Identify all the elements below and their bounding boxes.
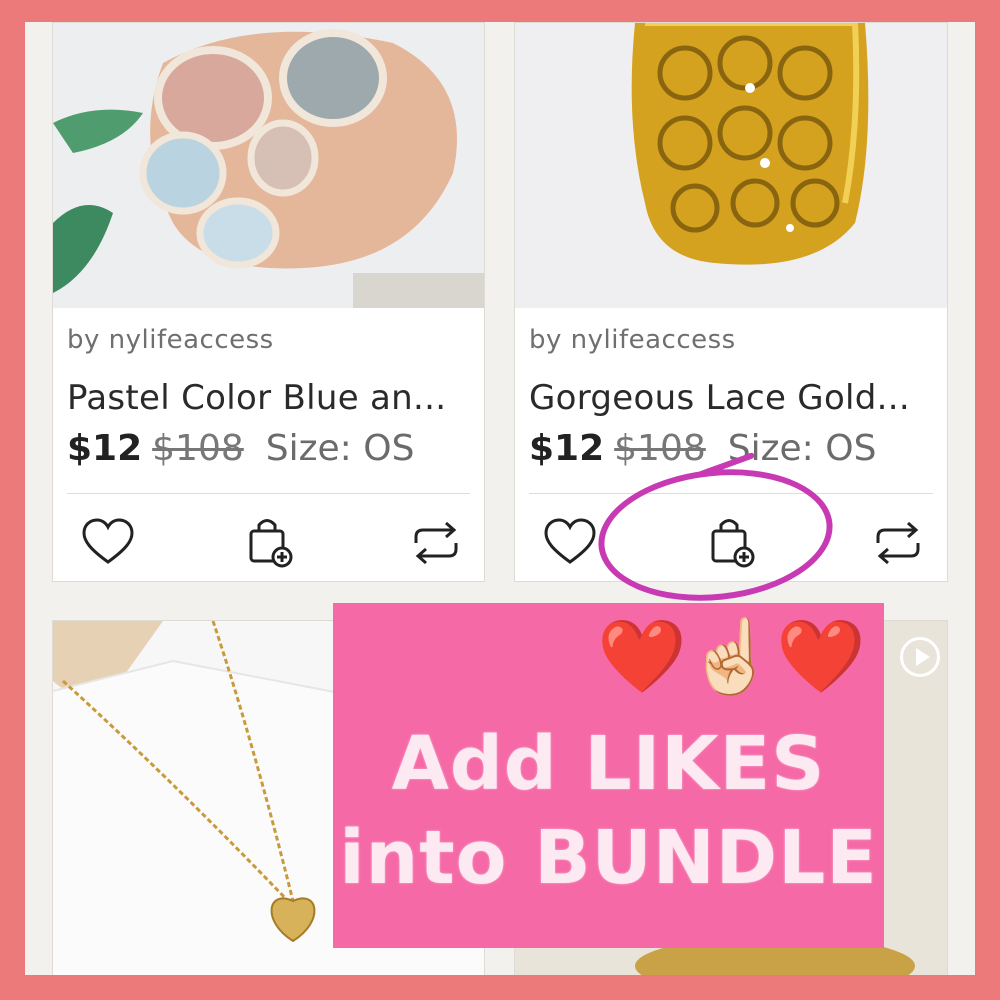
product-image[interactable] xyxy=(53,23,484,308)
seller-name[interactable]: by nylifeaccess xyxy=(529,325,736,355)
price-row: $12 $108 Size: OS xyxy=(529,428,876,469)
bag-plus-icon[interactable] xyxy=(241,513,301,573)
heart-icon[interactable] xyxy=(540,513,600,573)
seller-name[interactable]: by nylifeaccess xyxy=(67,325,274,355)
product-card[interactable]: by nylifeaccess Pastel Color Blue an... … xyxy=(52,22,485,582)
product-image[interactable] xyxy=(515,23,947,308)
product-title[interactable]: Gorgeous Lace Gold... xyxy=(529,378,910,418)
share-icon[interactable] xyxy=(406,513,466,573)
original-price: $108 xyxy=(152,428,244,469)
product-title[interactable]: Pastel Color Blue an... xyxy=(67,378,446,418)
share-icon[interactable] xyxy=(868,513,928,573)
promo-banner: ❤️☝🏻❤️ Add LIKES into BUNDLE xyxy=(333,603,884,948)
sale-price: $12 xyxy=(67,428,143,469)
banner-line-1: Add LIKES xyxy=(391,721,826,807)
size-label: Size: OS xyxy=(727,428,877,469)
banner-line-2: into BUNDLE xyxy=(339,815,878,901)
size-label: Size: OS xyxy=(265,428,415,469)
sale-price: $12 xyxy=(529,428,605,469)
play-video-icon[interactable] xyxy=(900,637,940,677)
original-price: $108 xyxy=(614,428,706,469)
price-row: $12 $108 Size: OS xyxy=(67,428,414,469)
heart-icon[interactable] xyxy=(78,513,138,573)
divider xyxy=(67,493,470,494)
emoji-row: ❤️☝🏻❤️ xyxy=(597,614,866,698)
